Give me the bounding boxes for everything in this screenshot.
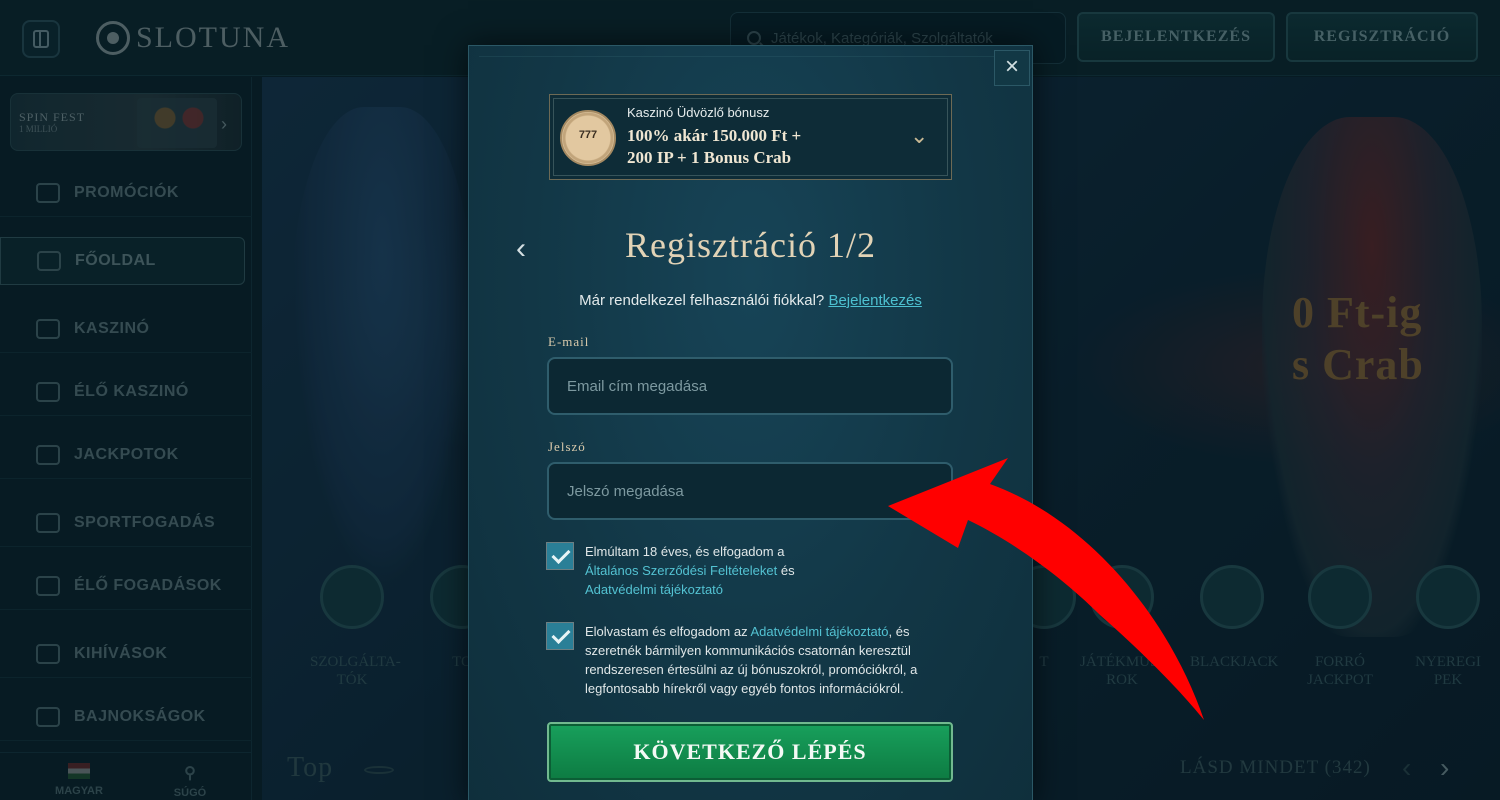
consent1-text1: Elmúltam 18 éves, és elfogadom a [585, 544, 785, 559]
bonus-label: Kaszinó Üdvözlő bónusz [627, 105, 770, 120]
already-text: Már rendelkezel felhasználói fiókkal? [579, 292, 825, 309]
chevron-down-icon: ⌄ [910, 123, 929, 148]
privacy-link[interactable]: Adatvédelmi tájékoztató [585, 582, 723, 597]
next-step-button[interactable]: KÖVETKEZŐ LÉPÉS [547, 722, 953, 782]
close-icon: × [1004, 53, 1019, 80]
marketing-consent-text: Elolvastam és elfogadom az Adatvédelmi t… [585, 622, 960, 698]
bonus-amount: 100% akár 150.000 Ft + 200 IP + 1 Bonus … [627, 125, 887, 169]
email-field[interactable]: Email cím megadása [547, 357, 953, 415]
consent1-text2: és [780, 563, 795, 578]
password-label: Jelszó [548, 439, 586, 454]
privacy-link[interactable]: Adatvédelmi tájékoztató [751, 624, 889, 639]
page-title: Regisztráció 1/2 [625, 225, 876, 265]
marketing-consent-checkbox[interactable] [546, 622, 574, 650]
terms-link[interactable]: Általános Szerződési Feltételeket [585, 563, 777, 578]
email-placeholder: Email cím megadása [567, 377, 708, 395]
bonus-amount-line2: 200 IP + 1 Bonus Crab [627, 148, 792, 167]
login-link[interactable]: Bejelentkezés [828, 292, 921, 309]
welcome-bonus-selector[interactable]: Kaszinó Üdvözlő bónusz 100% akár 150.000… [549, 94, 952, 180]
password-placeholder: Jelszó megadása [567, 482, 684, 500]
slot-777-icon [560, 110, 616, 166]
close-button[interactable]: × [994, 50, 1030, 86]
age-terms-text: Elmúltam 18 éves, és elfogadom a Általán… [585, 542, 960, 599]
email-label: E-mail [548, 334, 590, 349]
already-registered-text: Már rendelkezel felhasználói fiókkal? Be… [468, 292, 1033, 309]
bonus-amount-line1: 100% akár 150.000 Ft + [627, 126, 802, 145]
age-terms-checkbox[interactable] [546, 542, 574, 570]
consent2-text1: Elolvastam és elfogadom az [585, 624, 748, 639]
password-field[interactable]: Jelszó megadása [547, 462, 953, 520]
